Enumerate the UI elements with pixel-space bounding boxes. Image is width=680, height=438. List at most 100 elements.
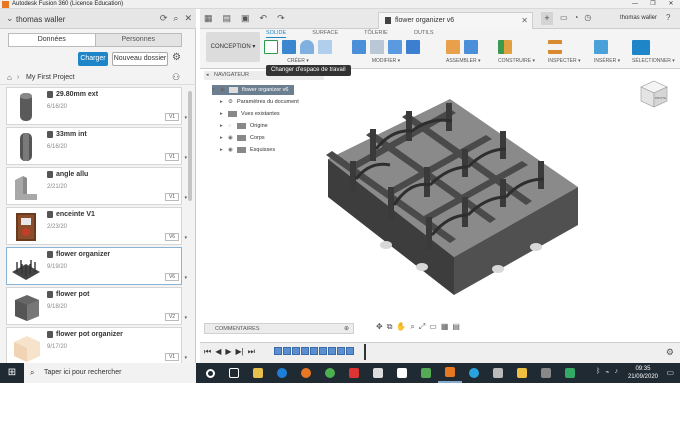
list-item[interactable]: flower organizer 9/19/20 V6 ▾	[6, 247, 187, 285]
expand-icon[interactable]: ▸	[220, 133, 228, 143]
insert-menu[interactable]: INSÉRER ▾	[594, 58, 620, 64]
bluetooth-icon[interactable]: ᛒ	[596, 368, 600, 376]
chevron-down-icon[interactable]: ▾	[184, 275, 187, 281]
look-at-icon[interactable]: ⧉	[387, 322, 393, 334]
eye-icon[interactable]: ◌	[228, 121, 237, 131]
revolve-icon[interactable]	[300, 40, 314, 54]
press-pull-icon[interactable]	[352, 40, 366, 54]
home-icon[interactable]: ⌂	[7, 73, 12, 82]
chevron-down-icon[interactable]: ▾	[184, 315, 187, 321]
close-tab-icon[interactable]: ✕	[521, 16, 528, 25]
tab-surface[interactable]: SURFACE	[312, 30, 338, 38]
volume-icon[interactable]: ♪	[615, 368, 619, 376]
play-icon[interactable]: ▶	[225, 347, 231, 357]
redo-icon[interactable]: ↷	[277, 13, 285, 24]
fusion-taskbar-icon[interactable]	[438, 363, 462, 383]
expand-icon[interactable]: ▸	[220, 121, 228, 131]
step-back-icon[interactable]: ◀	[215, 347, 221, 357]
timeline-step[interactable]	[310, 347, 318, 355]
version-badge[interactable]: V6	[165, 233, 179, 241]
timeline-step[interactable]	[274, 347, 282, 355]
edge-icon[interactable]	[270, 363, 294, 383]
notification-center-icon[interactable]: ▭	[666, 368, 674, 377]
chevron-down-icon[interactable]: ▾	[184, 235, 187, 241]
chamfer-icon[interactable]	[388, 40, 402, 54]
version-badge[interactable]: V1	[165, 193, 179, 201]
timeline-step[interactable]	[283, 347, 291, 355]
upload-button[interactable]: Charger	[78, 52, 108, 66]
comments-bar[interactable]: COMMENTAIRES ⊕	[204, 323, 354, 334]
gear-icon[interactable]: ⚙	[172, 52, 181, 63]
undo-icon[interactable]: ↶	[260, 13, 268, 24]
refresh-icon[interactable]: ⟳	[160, 13, 168, 24]
job-status-icon[interactable]: ◔	[574, 13, 579, 22]
version-badge[interactable]: V1	[165, 153, 179, 161]
select-menu[interactable]: SÉLECTIONNER ▾	[632, 58, 675, 64]
eye-icon[interactable]: ◉	[228, 145, 237, 155]
list-item[interactable]: 33mm int 6/16/20 V1 ▾	[6, 127, 187, 165]
app-icon[interactable]	[366, 363, 390, 383]
project-members-icon[interactable]: ⚇	[172, 72, 180, 83]
browser-node-sketches[interactable]: ▸ ◉ Esquisses	[220, 145, 275, 155]
taskbar-search[interactable]: ⌕ Taper ici pour rechercher	[24, 363, 196, 383]
create-menu[interactable]: CRÉER ▾	[264, 58, 332, 64]
tab-solid[interactable]: SOLIDE	[266, 30, 287, 38]
extrude-icon[interactable]	[282, 40, 296, 54]
timeline-step[interactable]	[346, 347, 354, 355]
list-item[interactable]: flower pot 9/18/20 V2 ▾	[6, 287, 187, 325]
version-badge[interactable]: V6	[165, 273, 179, 281]
app-icon[interactable]	[534, 363, 558, 383]
list-item[interactable]: 29.80mm ext 6/16/20 V1 ▾	[6, 87, 187, 125]
account-dropdown-icon[interactable]: ⌄	[6, 13, 14, 24]
timeline-step[interactable]	[328, 347, 336, 355]
task-view-icon[interactable]	[222, 363, 246, 383]
view-cube[interactable]: DROITE	[638, 78, 670, 110]
chrome-icon[interactable]	[318, 363, 342, 383]
joint-icon[interactable]	[464, 40, 478, 54]
eye-icon[interactable]: ◉	[220, 85, 229, 95]
browser-node-parameters[interactable]: ▸ ⚙ Paramètres du document	[220, 97, 299, 107]
step-forward-icon[interactable]: ▶|	[236, 347, 244, 357]
zoom-icon[interactable]: ⌕	[410, 322, 414, 334]
browser-node-views[interactable]: ▸ Vues existantes	[220, 109, 280, 119]
select-icon[interactable]	[632, 40, 650, 55]
app-icon[interactable]	[486, 363, 510, 383]
insert-image-icon[interactable]	[594, 40, 608, 54]
inspect-menu[interactable]: INSPECTER ▾	[548, 58, 581, 64]
browser-node-bodies[interactable]: ▸ ◉ Corps	[220, 133, 265, 143]
grid-settings-icon[interactable]: ▦	[441, 322, 449, 334]
construct-menu[interactable]: CONSTRUIRE ▾	[498, 58, 535, 64]
app-icon[interactable]	[342, 363, 366, 383]
timeline-step[interactable]	[292, 347, 300, 355]
list-item[interactable]: angle allu 2/21/20 V1 ▾	[6, 167, 187, 205]
account-name[interactable]: thomas waller	[16, 15, 65, 24]
firefox-icon[interactable]	[294, 363, 318, 383]
timeline-step[interactable]	[337, 347, 345, 355]
windows-start-button[interactable]: ⊞	[0, 363, 24, 383]
version-badge[interactable]: V2	[165, 313, 179, 321]
assemble-menu[interactable]: ASSEMBLER ▾	[446, 58, 480, 64]
chevron-down-icon[interactable]: ▾	[184, 115, 187, 121]
fillet-icon[interactable]	[370, 40, 384, 54]
collapse-icon[interactable]: ◂	[206, 71, 209, 80]
pan-icon[interactable]: ✋	[396, 322, 406, 334]
document-tab[interactable]: flower organizer v6 ✕	[378, 12, 533, 29]
version-badge[interactable]: V1	[165, 353, 179, 361]
ie-icon[interactable]	[462, 363, 486, 383]
help-icon[interactable]: ?	[666, 13, 670, 22]
hole-icon[interactable]	[318, 40, 332, 54]
notifications-icon[interactable]: ◷	[584, 13, 591, 22]
tab-data[interactable]: Données	[9, 34, 95, 46]
timeline-step[interactable]	[301, 347, 309, 355]
new-folder-button[interactable]: Nouveau dossier	[112, 52, 168, 66]
file-list-scrollbar[interactable]	[188, 91, 192, 201]
close-window-button[interactable]: ✕	[662, 0, 680, 9]
display-settings-icon[interactable]: ▭	[429, 322, 437, 334]
breadcrumb-project[interactable]: My First Project	[26, 74, 75, 81]
search-icon[interactable]: ⌕	[173, 13, 178, 24]
chevron-down-icon[interactable]: ▾	[184, 195, 187, 201]
expand-icon[interactable]: ▸	[220, 97, 228, 107]
expand-icon[interactable]: ▸	[220, 109, 228, 119]
browser-root-node[interactable]: ▾ ◉ flower organizer v6	[212, 85, 295, 95]
timeline-settings-icon[interactable]: ⚙	[666, 347, 674, 358]
